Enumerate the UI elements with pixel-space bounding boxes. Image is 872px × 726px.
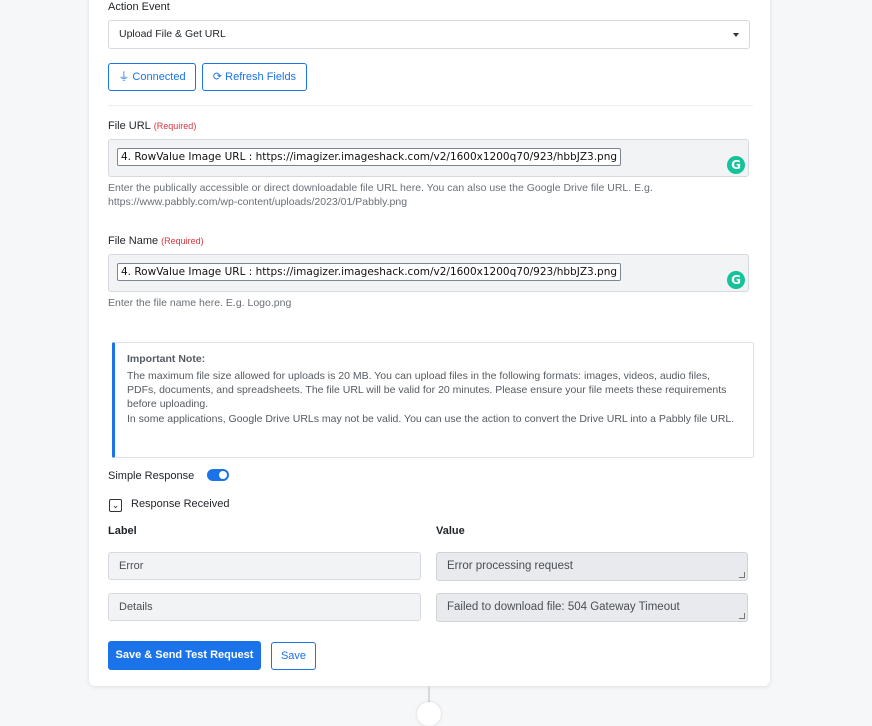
refresh-icon: ⟳ xyxy=(212,71,223,83)
mapped-field-pill[interactable]: 4. RowValue Image URL : https://imagizer… xyxy=(117,148,622,166)
response-row-value-text: Error processing request xyxy=(447,560,573,572)
file-url-label: File URL xyxy=(108,120,151,132)
chevron-down-icon[interactable]: ⌄ xyxy=(109,499,122,512)
value-column-header: Value xyxy=(436,525,465,537)
important-note-box: Important Note: The maximum file size al… xyxy=(112,342,754,458)
grammarly-icon[interactable]: G xyxy=(727,156,745,174)
add-step-button[interactable] xyxy=(417,702,441,726)
response-received-label: Response Received xyxy=(131,498,230,510)
mapped-field-pill[interactable]: 4. RowValue Image URL : https://imagizer… xyxy=(117,263,622,281)
response-row-value-text: Failed to download file: 504 Gateway Tim… xyxy=(447,601,680,613)
file-name-label: File Name xyxy=(108,235,159,247)
file-url-input[interactable]: 4. RowValue Image URL : https://imagizer… xyxy=(108,139,749,177)
note-text-2: In some applications, Google Drive URLs … xyxy=(127,412,735,425)
grammarly-icon[interactable]: G xyxy=(727,271,745,289)
response-row-value[interactable]: Failed to download file: 504 Gateway Tim… xyxy=(436,593,748,622)
file-url-help-text: Enter the publically accessible or direc… xyxy=(108,182,653,208)
response-row-label[interactable]: Error xyxy=(108,552,421,580)
note-title: Important Note: xyxy=(127,353,206,365)
response-row-label[interactable]: Details xyxy=(108,593,421,621)
file-name-input[interactable]: 4. RowValue Image URL : https://imagizer… xyxy=(108,254,749,292)
toggle-knob xyxy=(219,471,227,479)
connected-label: Connected xyxy=(132,71,186,83)
label-column-header: Label xyxy=(108,525,137,537)
action-event-select[interactable]: Upload File & Get URL xyxy=(108,20,750,49)
dropdown-caret-icon xyxy=(733,33,739,37)
resize-handle-icon[interactable] xyxy=(739,613,745,619)
refresh-fields-label: Refresh Fields xyxy=(225,71,297,83)
action-event-label: Action Event xyxy=(108,1,170,13)
required-badge: (Required) xyxy=(153,121,197,131)
save-and-send-test-request-button[interactable]: Save & Send Test Request xyxy=(108,641,261,670)
file-url-label-row: File URL (Required) xyxy=(108,120,196,132)
simple-response-label: Simple Response xyxy=(108,470,195,482)
refresh-fields-button[interactable]: ⟳ Refresh Fields xyxy=(202,63,307,91)
simple-response-toggle[interactable] xyxy=(207,469,229,481)
save-button[interactable]: Save xyxy=(271,642,316,670)
action-event-value: Upload File & Get URL xyxy=(119,28,226,40)
file-name-label-row: File Name (Required) xyxy=(108,235,204,247)
response-row-value[interactable]: Error processing request xyxy=(436,552,748,581)
plug-icon: ⏚ xyxy=(118,71,130,83)
connected-button[interactable]: ⏚ Connected xyxy=(108,63,196,91)
resize-handle-icon[interactable] xyxy=(739,572,745,578)
file-name-help-text: Enter the file name here. E.g. Logo.png xyxy=(108,297,292,309)
note-text-1: The maximum file size allowed for upload… xyxy=(127,370,727,411)
section-divider xyxy=(108,105,753,106)
required-badge: (Required) xyxy=(161,236,204,246)
